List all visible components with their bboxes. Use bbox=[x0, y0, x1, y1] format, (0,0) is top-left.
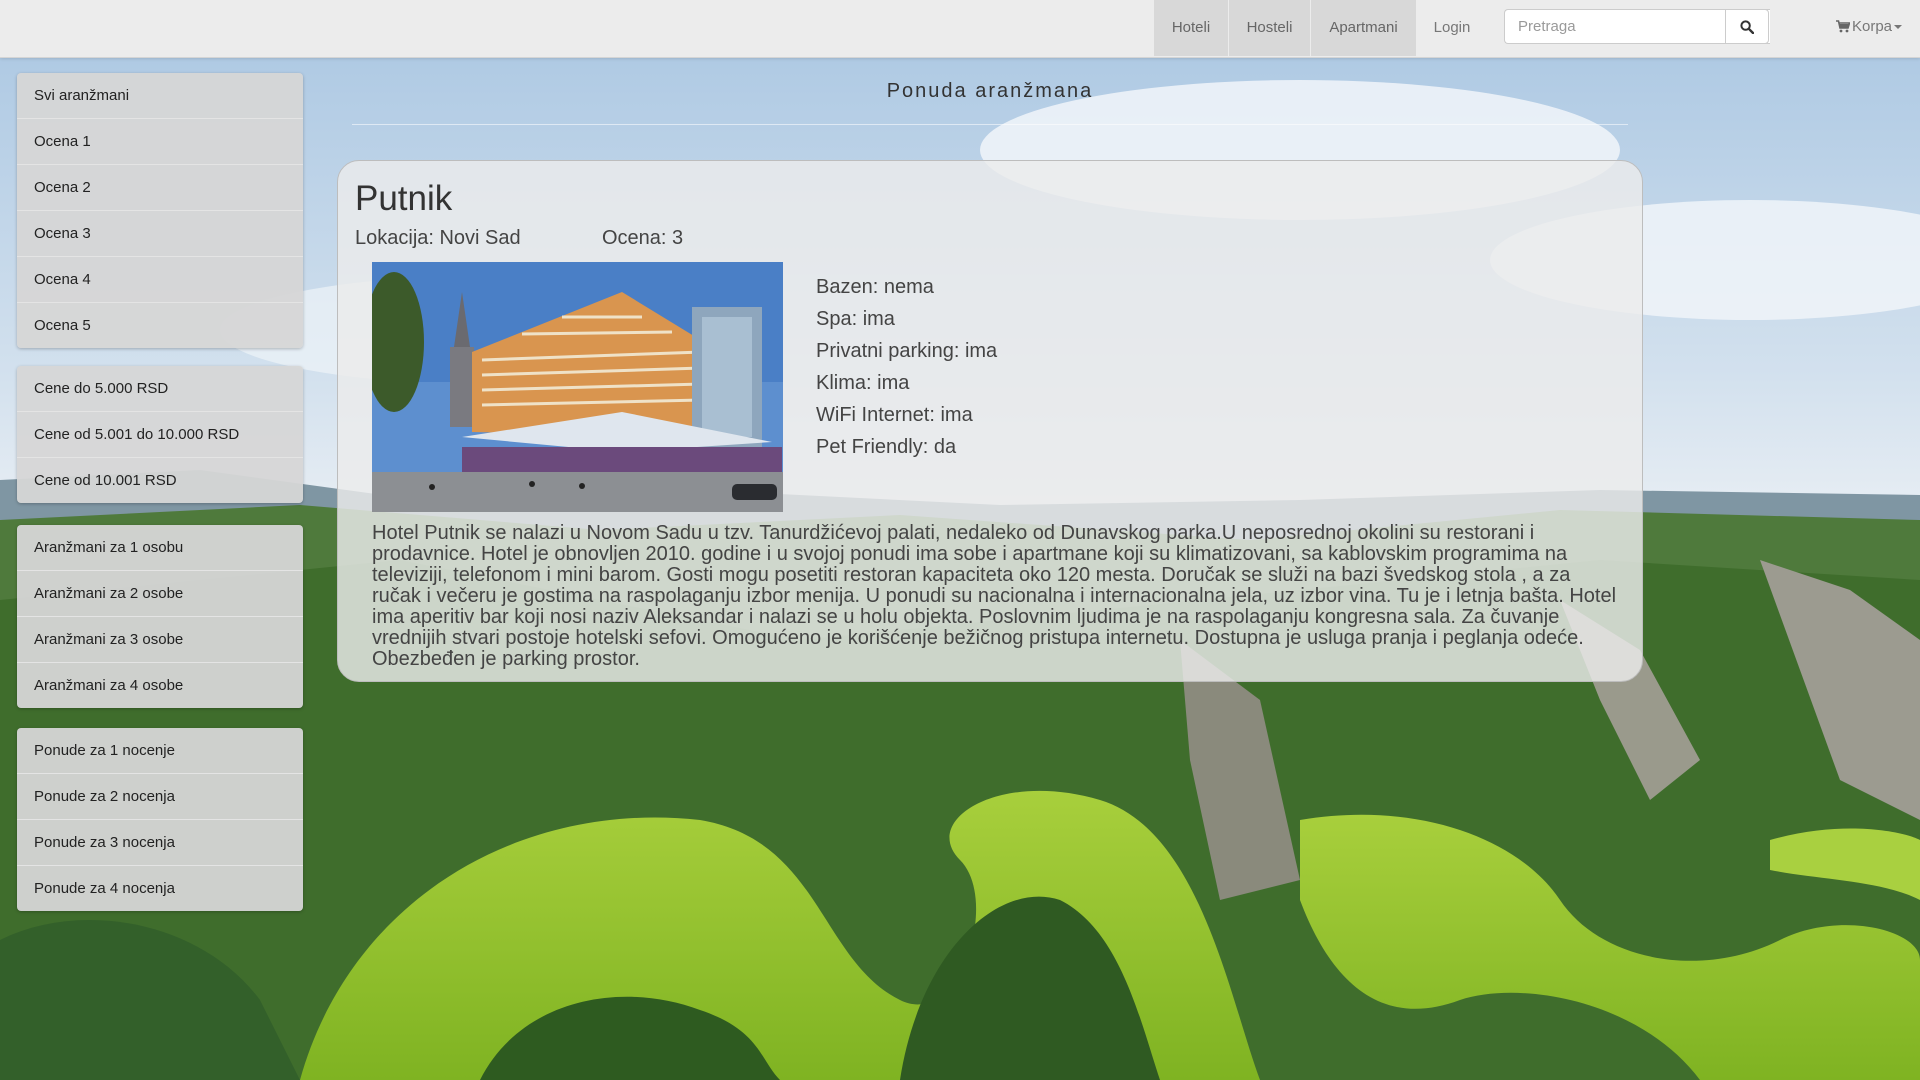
search-button[interactable] bbox=[1725, 9, 1769, 44]
cart-label: Korpa bbox=[1852, 18, 1893, 35]
hotel-features-list: Bazen: nema Spa: ima Privatni parking: i… bbox=[816, 271, 997, 463]
sidebar-group-nocenja: Ponude za 1 nocenje Ponude za 2 nocenja … bbox=[17, 728, 303, 911]
sidebar-item-ocena-4[interactable]: Ocena 4 bbox=[17, 256, 303, 302]
hotel-description: Hotel Putnik se nalazi u Novom Sadu u tz… bbox=[372, 522, 1617, 670]
nav-link-apartmani[interactable]: Apartmani bbox=[1311, 0, 1416, 56]
hotel-photo bbox=[372, 262, 783, 512]
sidebar-item-ocena-1[interactable]: Ocena 1 bbox=[17, 118, 303, 164]
sidebar-item-ocena-3[interactable]: Ocena 3 bbox=[17, 210, 303, 256]
hotel-rating: Ocena: 3 bbox=[602, 227, 684, 249]
top-navbar: Hoteli Hosteli Apartmani Login Korpa bbox=[0, 0, 1920, 58]
nav-link-login[interactable]: Login bbox=[1420, 0, 1484, 56]
nav-link-hosteli[interactable]: Hosteli bbox=[1229, 0, 1310, 56]
cart-dropdown[interactable]: Korpa bbox=[1836, 18, 1903, 35]
sidebar-item-ocena-5[interactable]: Ocena 5 bbox=[17, 302, 303, 348]
sidebar-item-3-nocenja[interactable]: Ponude za 3 nocenja bbox=[17, 819, 303, 865]
sidebar-group-osobe: Aranžmani za 1 osobu Aranžmani za 2 osob… bbox=[17, 525, 303, 708]
feature-klima: Klima: ima bbox=[816, 372, 910, 394]
sidebar-item-2-nocenja[interactable]: Ponude za 2 nocenja bbox=[17, 773, 303, 819]
hotel-location: Lokacija: Novi Sad bbox=[355, 227, 521, 249]
feature-privatni-parking: Privatni parking: ima bbox=[816, 340, 998, 362]
sidebar-item-ocena-2[interactable]: Ocena 2 bbox=[17, 164, 303, 210]
feature-spa: Spa: ima bbox=[816, 308, 895, 330]
sidebar-item-svi-aranzmani[interactable]: Svi aranžmani bbox=[17, 73, 303, 118]
sidebar-item-1-osoba[interactable]: Aranžmani za 1 osobu bbox=[17, 525, 303, 570]
feature-pet-friendly: Pet Friendly: da bbox=[816, 436, 957, 458]
sidebar-group-ocena: Svi aranžmani Ocena 1 Ocena 2 Ocena 3 Oc… bbox=[17, 73, 303, 348]
sidebar-item-4-osobe[interactable]: Aranžmani za 4 osobe bbox=[17, 662, 303, 708]
hotel-name: Putnik bbox=[355, 179, 453, 218]
cart-icon bbox=[1836, 20, 1850, 33]
offer-card: Putnik Lokacija: Novi Sad Ocena: 3 Bazen… bbox=[337, 160, 1643, 682]
sidebar-item-4-nocenja[interactable]: Ponude za 4 nocenja bbox=[17, 865, 303, 911]
title-divider bbox=[352, 124, 1628, 125]
sidebar-item-cene-do-5000[interactable]: Cene do 5.000 RSD bbox=[17, 366, 303, 411]
sidebar-item-3-osobe[interactable]: Aranžmani za 3 osobe bbox=[17, 616, 303, 662]
feature-bazen: Bazen: nema bbox=[816, 276, 934, 298]
page-title: Ponuda aranžmana bbox=[886, 80, 1094, 102]
sidebar-group-cene: Cene do 5.000 RSD Cene od 5.001 do 10.00… bbox=[17, 366, 303, 503]
caret-down-icon bbox=[1894, 24, 1903, 29]
search-icon bbox=[1740, 19, 1754, 34]
sidebar-item-cene-od-10001[interactable]: Cene od 10.001 RSD bbox=[17, 457, 303, 503]
sidebar-item-cene-5001-10000[interactable]: Cene od 5.001 do 10.000 RSD bbox=[17, 411, 303, 457]
sidebar-item-1-nocenje[interactable]: Ponude za 1 nocenje bbox=[17, 728, 303, 773]
nav-link-hoteli[interactable]: Hoteli bbox=[1154, 0, 1228, 56]
feature-wifi: WiFi Internet: ima bbox=[816, 404, 973, 426]
sidebar-item-2-osobe[interactable]: Aranžmani za 2 osobe bbox=[17, 570, 303, 616]
